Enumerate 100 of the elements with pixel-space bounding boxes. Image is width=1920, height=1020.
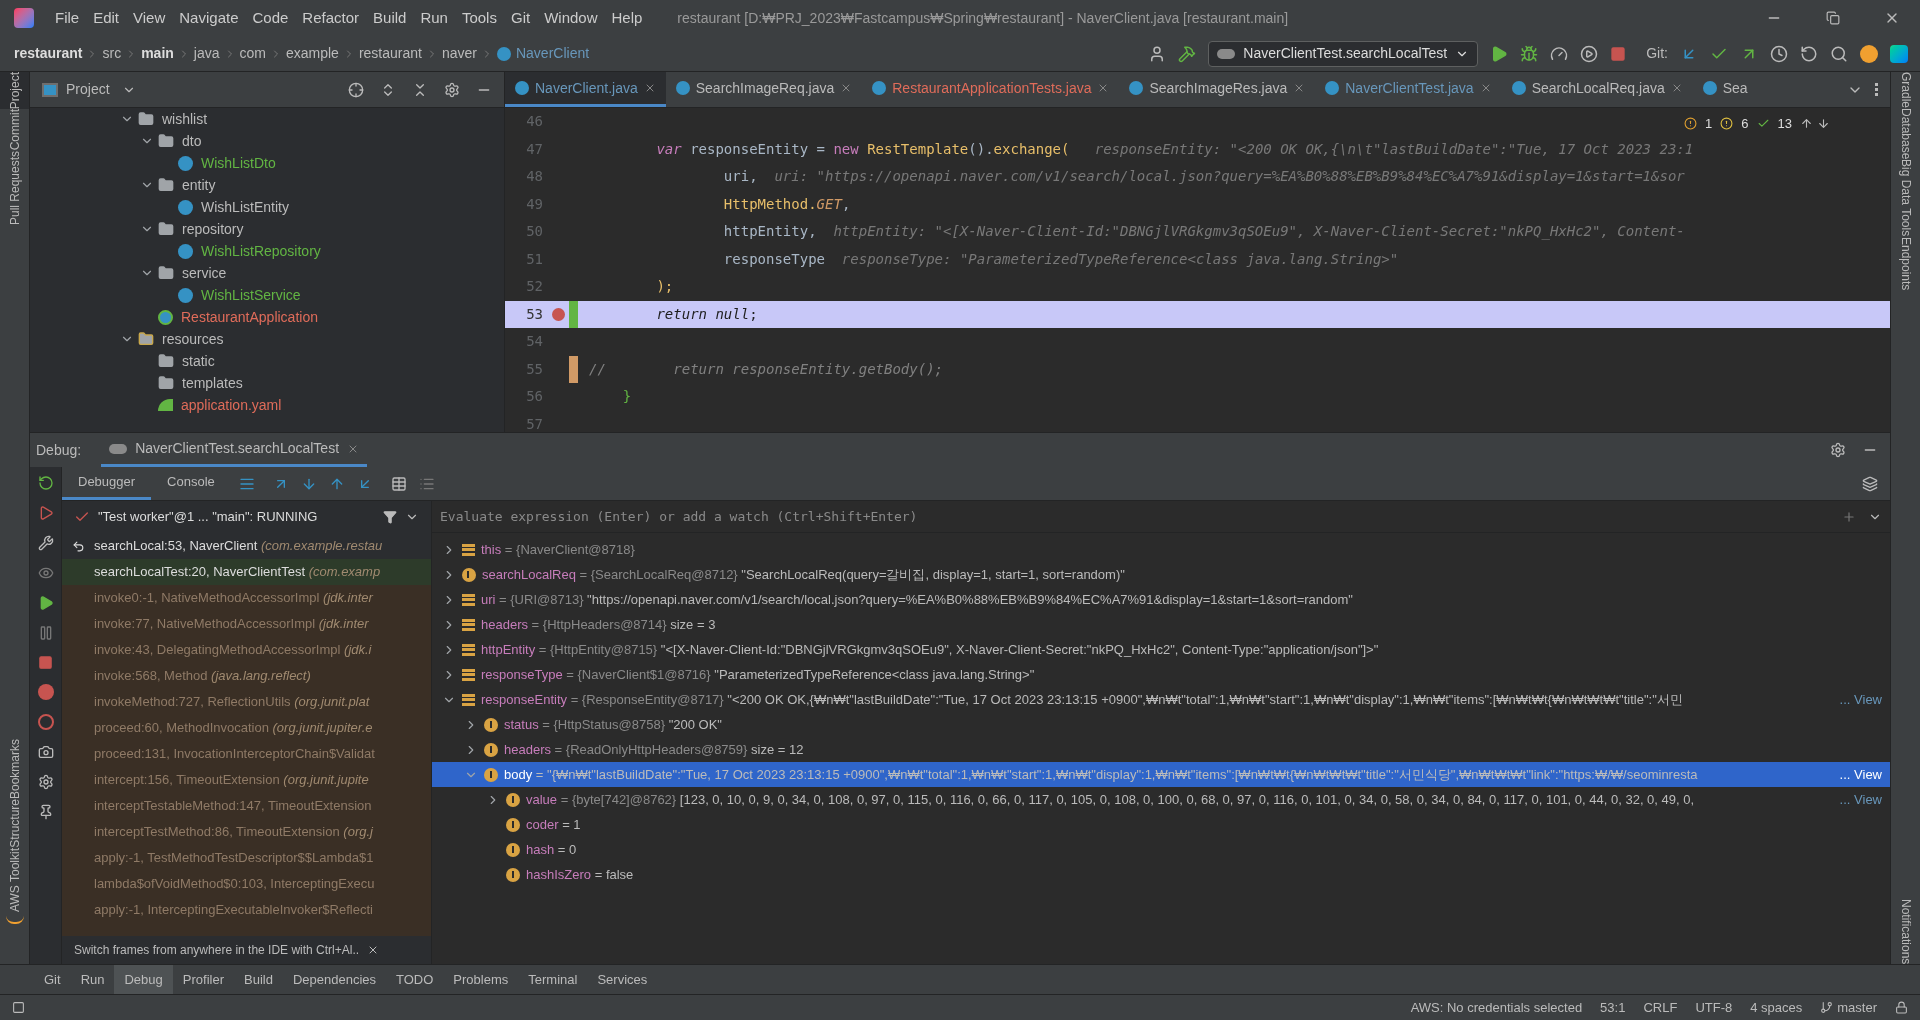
variable-row[interactable]: responseType = {NaverClient$1@8716} "ParameterizedTypeReference<class java.lang.String>" (432, 662, 1890, 687)
tool-window-tab[interactable]: Terminal (518, 965, 588, 994)
subpanel-tab[interactable]: Console (151, 467, 231, 500)
mute-breakpoints-icon[interactable] (37, 714, 54, 730)
tool-window-tab[interactable]: Bookmarks (0, 739, 36, 800)
menu-item[interactable]: Git (503, 6, 538, 30)
menu-item[interactable]: Build (366, 6, 414, 30)
filter-icon[interactable] (383, 510, 397, 524)
breadcrumb[interactable]: java (193, 43, 220, 64)
variable-row[interactable]: coder = 1 (432, 812, 1890, 837)
stack-frame[interactable]: searchLocal:53, NaverClient (com.example.restau (62, 533, 431, 559)
tree-item[interactable]: application.yaml (181, 394, 282, 416)
menu-item[interactable]: Edit (86, 6, 127, 30)
tool-window-tab[interactable]: Database (1888, 108, 1920, 160)
update-badge-icon[interactable] (1860, 44, 1878, 63)
tree-item[interactable]: dto (182, 130, 202, 152)
tree-item[interactable]: WishListDto (201, 152, 276, 174)
menu-item[interactable]: Help (604, 6, 650, 30)
settings-icon[interactable] (444, 81, 460, 98)
view-link[interactable]: ... View (1839, 689, 1882, 710)
breadcrumb[interactable]: restaurant (358, 43, 422, 64)
tool-window-tab[interactable]: Debug (114, 965, 173, 994)
editor-tab[interactable]: SearchImageRes.java (1119, 72, 1316, 107)
variable-row[interactable]: headers = {ReadOnlyHttpHeaders@8759} size = 12 (432, 737, 1890, 762)
restore-icon[interactable] (1826, 11, 1840, 25)
editor-tab[interactable]: Sea (1692, 72, 1758, 107)
line-ending[interactable]: CRLF (1643, 997, 1678, 1018)
debug-icon[interactable] (1520, 44, 1539, 63)
tool-window-tab[interactable]: TODO (386, 965, 444, 994)
layout-settings-icon[interactable] (1862, 475, 1878, 492)
encoding[interactable]: UTF-8 (1695, 997, 1733, 1018)
variable-row[interactable]: this = {NaverClient@8718} (432, 537, 1890, 562)
locate-icon[interactable] (348, 81, 364, 98)
tree-item[interactable]: static (182, 350, 215, 372)
breakpoint-icon[interactable] (551, 307, 565, 321)
ok-count[interactable]: 13 (1777, 114, 1792, 134)
view-link[interactable]: ... View (1839, 764, 1882, 785)
tool-window-tab[interactable]: Structure (0, 799, 36, 848)
tree-item[interactable]: entity (182, 174, 216, 196)
run-config-dropdown[interactable]: NaverClientTest.searchLocalTest (1208, 40, 1479, 67)
stack-frame[interactable]: searchLocalTest:20, NaverClientTest (com.examp (62, 559, 431, 585)
view-breakpoints-icon[interactable] (37, 684, 54, 700)
breadcrumb[interactable]: main (141, 43, 174, 64)
eye-icon[interactable] (37, 565, 54, 581)
tool-window-tab[interactable]: Git (34, 965, 71, 994)
history-icon[interactable] (1770, 44, 1788, 63)
settings-icon[interactable] (37, 774, 54, 790)
error-count[interactable]: 1 (1705, 114, 1713, 134)
variable-row[interactable]: httpEntity = {HttpEntity@8715} "<[X-Naver-Client-Id:"DBNGjlVRGkgmv3qSOEu9", X-Naver-Client-Secret:"nkPQ_HxHc2", Content-Type:"application/json"]>" (432, 637, 1890, 662)
indent-setting[interactable]: 4 spaces (1750, 997, 1803, 1018)
breadcrumb[interactable]: src (102, 43, 122, 64)
tree-item[interactable]: templates (182, 372, 243, 394)
menu-item[interactable]: Window (537, 6, 605, 30)
profiler-icon[interactable] (1550, 44, 1569, 63)
tool-window-tab[interactable]: AWS Toolkit (0, 847, 36, 912)
tree-item[interactable]: WishListService (201, 284, 301, 306)
tool-window-tab[interactable]: Endpoints (1888, 236, 1920, 290)
coverage-icon[interactable] (1580, 44, 1599, 63)
menu-item[interactable]: View (126, 6, 173, 30)
editor-tab[interactable]: SearchImageReq.java (665, 72, 863, 107)
more-icon[interactable] (1875, 83, 1878, 96)
editor-tab[interactable]: NaverClientTest.java (1315, 72, 1502, 107)
git-branch[interactable]: master (1837, 997, 1877, 1018)
cursor-position[interactable]: 53:1 (1600, 997, 1626, 1018)
nav-arrows-icon[interactable] (1800, 117, 1830, 131)
tree-item[interactable]: WishListRepository (201, 240, 321, 262)
panels-icon[interactable] (12, 1001, 25, 1014)
tool-window-tab[interactable]: Gradle (1888, 72, 1920, 109)
build-icon[interactable] (1178, 44, 1197, 63)
panel-title[interactable]: Project (66, 79, 110, 100)
tree-item[interactable]: wishlist (162, 108, 208, 130)
variable-row[interactable]: hash = 0 (432, 837, 1890, 862)
menu-item[interactable]: Run (413, 6, 455, 30)
variable-row[interactable]: searchLocalReq = {SearchLocalReq@8712} "SearchLocalReq(query=갈비집, display=1, start=1, sort=random)" (432, 562, 1890, 587)
tool-window-tab[interactable]: Big Data Tools (1888, 159, 1920, 237)
breadcrumb[interactable]: naver (441, 43, 477, 64)
menu-item[interactable]: File (48, 6, 87, 30)
editor-tab[interactable]: NaverClient.java (505, 72, 666, 107)
variable-row[interactable]: status = {HttpStatus@8758} "200 OK" (432, 712, 1890, 737)
menu-item[interactable]: Code (245, 6, 296, 30)
rollback-icon[interactable] (1800, 44, 1818, 63)
run-icon[interactable] (1490, 44, 1509, 63)
tool-window-tab[interactable]: Pull Requests (0, 150, 36, 225)
tool-window-tab[interactable]: Notifications (1888, 898, 1920, 964)
tree-item[interactable]: service (182, 262, 227, 284)
variable-row[interactable]: body = "{₩n₩t"lastBuildDate":"Tue, 17 Oct 2023 23:13:15 +0900",₩n₩t"total":1,₩n₩t"start":1,₩n₩t"display":1,₩n₩t"items":[₩n₩t₩t{₩n₩t₩t₩t"title":"서민식당",₩n₩t₩t₩t"link":"https:₩/₩/seominresta ... View (432, 762, 1890, 787)
variable-row[interactable]: uri = {URI@8713} "https://openapi.naver.com/v1/search/local.json?query=%EA%B0%88%EB%B9%84%EC%A7%91&display=1&start=1&sort=random" (432, 587, 1890, 612)
tree-item[interactable]: WishListEntity (201, 196, 289, 218)
rerun-icon[interactable] (37, 475, 54, 491)
tool-window-tab[interactable]: Dependencies (282, 965, 387, 994)
breadcrumb[interactable]: com (239, 43, 266, 64)
stop-icon[interactable] (1610, 45, 1627, 62)
breadcrumb[interactable]: restaurant (14, 43, 83, 64)
breadcrumb[interactable]: example (285, 43, 339, 64)
tool-window-tab[interactable]: Services (587, 965, 658, 994)
tool-window-tab[interactable]: Build (234, 965, 283, 994)
stop-icon[interactable] (38, 655, 53, 670)
camera-icon[interactable] (37, 744, 54, 760)
warning-count[interactable]: 6 (1741, 114, 1749, 134)
editor-tab[interactable]: SearchLocalReq.java (1501, 72, 1693, 107)
